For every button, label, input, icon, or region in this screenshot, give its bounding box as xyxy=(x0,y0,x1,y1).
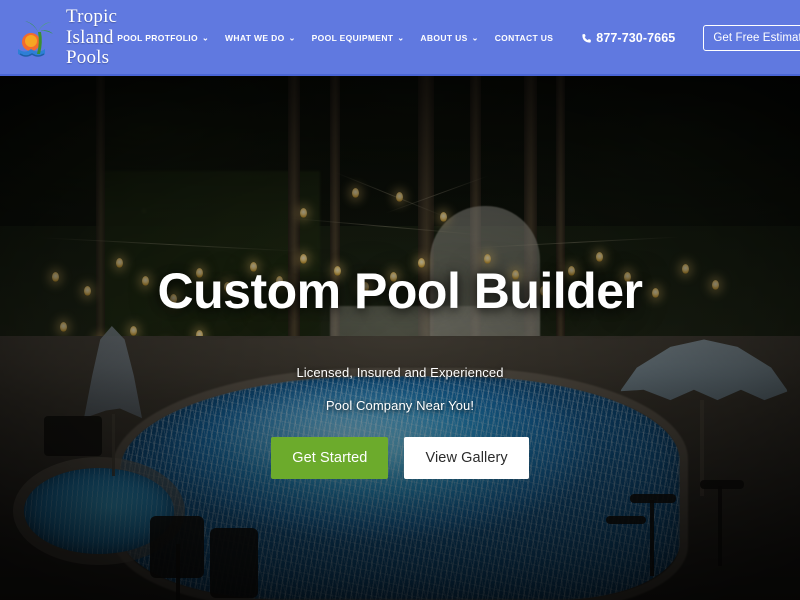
nav-item-what-we-do[interactable]: WHAT WE DO ⌄ xyxy=(225,33,296,43)
hero-cta-row: Get Started View Gallery xyxy=(271,437,529,479)
view-gallery-button[interactable]: View Gallery xyxy=(404,437,529,479)
hero-section: Custom Pool Builder Licensed, Insured an… xyxy=(0,76,800,600)
hero-content: Custom Pool Builder Licensed, Insured an… xyxy=(0,76,800,600)
page-title: Custom Pool Builder xyxy=(157,263,643,319)
nav-label-about-us: ABOUT US xyxy=(420,33,468,43)
nav-label-pool-protfolio: POOL PROTFOLIO xyxy=(117,33,198,43)
hero-subtitle-line-1: Licensed, Insured and Experienced xyxy=(296,365,504,380)
brand-line-1: Tropic xyxy=(66,6,118,28)
nav-label-what-we-do: WHAT WE DO xyxy=(225,33,285,43)
nav-label-contact-us: CONTACT US xyxy=(494,33,554,43)
get-started-button[interactable]: Get Started xyxy=(271,437,389,479)
nav-item-contact-us[interactable]: CONTACT US xyxy=(495,33,554,43)
chevron-down-icon: ⌄ xyxy=(471,33,479,43)
main-navigation: POOL PROTFOLIO ⌄ WHAT WE DO ⌄ POOL EQUIP… xyxy=(117,25,800,51)
brand-line-2: Island Pools xyxy=(66,26,114,69)
palm-tree-sunset-logo-icon xyxy=(14,12,60,64)
nav-item-pool-protfolio[interactable]: POOL PROTFOLIO ⌄ xyxy=(117,33,209,43)
phone-number: 877-730-7665 xyxy=(596,31,676,45)
nav-item-pool-equipment[interactable]: POOL EQUIPMENT ⌄ xyxy=(312,33,405,43)
site-header: Tropic Island Pools POOL PROTFOLIO ⌄ WHA… xyxy=(0,0,800,76)
header-phone-link[interactable]: 877-730-7665 xyxy=(581,31,675,45)
phone-icon xyxy=(582,33,592,43)
nav-item-about-us[interactable]: ABOUT US ⌄ xyxy=(420,33,478,43)
chevron-down-icon: ⌄ xyxy=(288,33,296,43)
hero-subtitle-line-2: Pool Company Near You! xyxy=(325,398,475,413)
nav-label-pool-equipment: POOL EQUIPMENT xyxy=(311,33,394,43)
chevron-down-icon: ⌄ xyxy=(397,33,405,43)
chevron-down-icon: ⌄ xyxy=(201,33,210,43)
brand-logo[interactable]: Tropic Island Pools xyxy=(14,7,117,69)
get-free-estimate-button[interactable]: Get Free Estimate xyxy=(703,25,800,51)
